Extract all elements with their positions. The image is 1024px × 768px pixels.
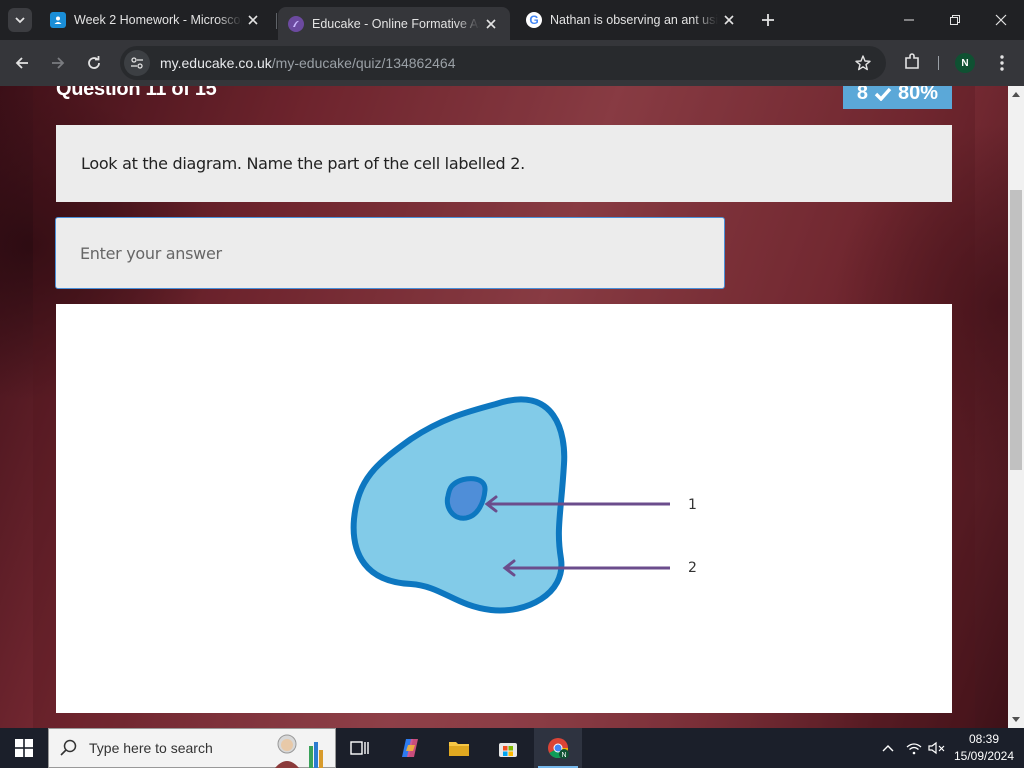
question-card: Look at the diagram. Name the part of th…: [56, 125, 952, 202]
chevron-up-icon: [882, 745, 894, 752]
tab-educake[interactable]: Educake - Online Formative Assessment: [278, 7, 510, 40]
reload-button[interactable]: [82, 51, 106, 75]
menu-button[interactable]: [992, 52, 1012, 74]
store-icon: [499, 743, 517, 757]
tab-separator: [276, 13, 277, 29]
file-explorer-button[interactable]: [435, 728, 483, 768]
tune-icon: [131, 57, 143, 69]
copilot-button[interactable]: [386, 728, 434, 768]
chevron-down-icon: [15, 17, 25, 24]
clock-date: 15/09/2024: [953, 749, 1015, 763]
network-button[interactable]: [903, 728, 925, 768]
profile-avatar[interactable]: N: [955, 53, 975, 73]
page-viewport: Question 11 of 15 8 80% Look at the diag…: [0, 86, 1008, 728]
cell-nucleus: [444, 476, 488, 521]
chrome-icon: N: [548, 738, 569, 759]
tab-title: Educake - Online Formative Assessment: [312, 16, 480, 31]
url-host: my.educake.co.uk: [160, 55, 272, 71]
plus-icon: [762, 14, 774, 26]
close-icon[interactable]: [484, 17, 498, 31]
scroll-up-icon[interactable]: [1012, 92, 1020, 97]
task-view-button[interactable]: [336, 728, 384, 768]
google-icon: G: [526, 12, 542, 28]
classroom-icon: [50, 12, 66, 28]
restore-button[interactable]: [932, 0, 978, 40]
answer-input[interactable]: [55, 217, 725, 289]
star-icon[interactable]: [854, 54, 872, 72]
svg-text:G: G: [529, 13, 538, 27]
folder-icon: [449, 742, 469, 756]
tab-title: Nathan is observing an ant using: [550, 13, 718, 27]
windows-icon: [15, 739, 33, 757]
arrow-left-icon: [15, 57, 28, 69]
new-tab-button[interactable]: [758, 10, 778, 30]
arrow-right-icon: [52, 57, 65, 69]
address-bar[interactable]: my.educake.co.uk/my-educake/quiz/1348624…: [120, 46, 886, 80]
browser-toolbar: my.educake.co.uk/my-educake/quiz/1348624…: [0, 40, 1024, 86]
url-text: my.educake.co.uk/my-educake/quiz/1348624…: [160, 55, 455, 71]
extensions-icon[interactable]: [902, 52, 922, 72]
close-icon: [995, 14, 1007, 26]
copilot-icon: [402, 739, 418, 757]
close-icon[interactable]: [722, 13, 736, 27]
score-badge: 8 80%: [843, 86, 952, 109]
chrome-button[interactable]: N: [534, 728, 582, 768]
close-icon[interactable]: [246, 13, 260, 27]
search-placeholder: Type here to search: [89, 740, 213, 756]
tab-title: Week 2 Homework - Microscopy: [74, 13, 242, 27]
svg-text:N: N: [561, 752, 566, 759]
close-window-button[interactable]: [978, 0, 1024, 40]
minimize-button[interactable]: [886, 0, 932, 40]
tab-week2-homework[interactable]: Week 2 Homework - Microscopy: [40, 7, 272, 33]
educake-icon: [288, 15, 304, 32]
show-hidden-icons-button[interactable]: [878, 728, 898, 768]
reload-icon: [88, 56, 100, 69]
clock-time: 08:39: [968, 732, 1000, 746]
label-1: 1: [688, 497, 697, 513]
url-path: /my-educake/quiz/134862464: [271, 55, 456, 71]
cell-diagram: 1 2: [56, 304, 952, 713]
forward-button[interactable]: [46, 51, 70, 75]
correct-count: 8: [856, 86, 869, 104]
search-icon: [60, 739, 77, 756]
minimize-icon: [904, 19, 914, 21]
system-clock[interactable]: 08:39 15/09/2024: [944, 731, 1024, 765]
scroll-thumb[interactable]: [1010, 190, 1022, 470]
toolbar-divider: [938, 56, 939, 70]
question-counter: Question 11 of 15: [56, 86, 217, 100]
tab-search-button[interactable]: [8, 8, 32, 32]
check-icon: [874, 87, 892, 101]
tab-strip: Week 2 Homework - Microscopy Educake - O…: [0, 0, 1024, 40]
more-vert-icon: [1000, 55, 1004, 71]
label-2: 2: [688, 560, 697, 576]
cell-diagram-svg: 1 2: [350, 396, 697, 614]
taskbar-search[interactable]: Type here to search: [48, 728, 336, 768]
wifi-icon: [906, 743, 922, 755]
tab-nathan-ant[interactable]: G Nathan is observing an ant using: [516, 7, 748, 33]
task-view-icon: [350, 741, 369, 755]
score-percent: 80%: [898, 86, 939, 104]
back-button[interactable]: [10, 51, 34, 75]
search-highlight-icon: [275, 734, 323, 768]
start-button[interactable]: [0, 728, 48, 768]
question-text: Look at the diagram. Name the part of th…: [81, 154, 525, 173]
restore-icon: [950, 15, 960, 25]
page-scrollbar[interactable]: [1008, 86, 1024, 728]
site-info-button[interactable]: [124, 50, 150, 76]
windows-taskbar: Type here to search N 08:39 15/09/2024: [0, 728, 1024, 768]
microsoft-store-button[interactable]: [484, 728, 532, 768]
scroll-down-icon[interactable]: [1012, 717, 1020, 722]
